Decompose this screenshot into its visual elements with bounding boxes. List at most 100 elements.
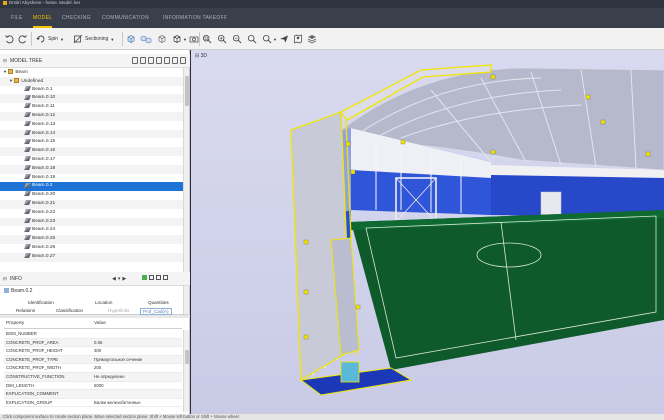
- tree-settings-icon[interactable]: [180, 57, 186, 64]
- collapse-icon[interactable]: ⊟: [3, 54, 7, 68]
- redo-icon: [18, 35, 27, 44]
- tree-item-row[interactable]: Beam.0.21: [0, 200, 183, 209]
- camera-button[interactable]: [189, 33, 199, 45]
- tree-item-row[interactable]: Beam.0.12: [0, 112, 183, 121]
- info-green-icon[interactable]: [142, 275, 147, 280]
- cube-select-icon: [127, 35, 135, 43]
- redo-button[interactable]: [18, 33, 28, 45]
- property-value: Прямоугольное сечение: [94, 356, 143, 362]
- tree-item-row[interactable]: Beam.0.26: [0, 244, 183, 253]
- info-grid-icon[interactable]: [156, 275, 161, 280]
- menu-tab-information-takeoff[interactable]: INFORMATION TAKEOFF: [163, 8, 227, 28]
- info-tools: [142, 275, 168, 280]
- beam-element-icon: [24, 85, 31, 91]
- tree-show-all-icon[interactable]: [164, 57, 170, 64]
- property-row[interactable]: DIM_LENGTH 5000: [4, 382, 182, 391]
- next-arrow-icon[interactable]: ▶: [122, 276, 128, 282]
- tree-item-row[interactable]: Beam.0.15: [0, 138, 183, 147]
- tree-item-row[interactable]: Beam.0.24: [0, 226, 183, 235]
- tree-item-row[interactable]: Beam.0.13: [0, 121, 183, 130]
- walk-mode-button[interactable]: [293, 33, 303, 45]
- layers-button[interactable]: [307, 33, 317, 45]
- zoom-fit-button[interactable]: [202, 33, 212, 45]
- tree-isolate-icon[interactable]: [156, 57, 162, 64]
- tree-item-row[interactable]: Beam.0.18: [0, 164, 183, 174]
- toolbar-separator: [199, 32, 200, 46]
- property-row[interactable]: CONSTRUCTIVE_FUNCTION Не определено: [4, 373, 182, 382]
- beam-element-icon: [24, 94, 31, 100]
- info-copy-icon[interactable]: [149, 275, 154, 280]
- zoom-out-button[interactable]: [232, 33, 242, 45]
- tree-select-icon[interactable]: [140, 57, 146, 64]
- beam-element-icon: [24, 226, 31, 232]
- tab-prof-cad[interactable]: Prof_Cad(A): [140, 308, 172, 315]
- select-similar-button[interactable]: [140, 33, 152, 45]
- status-text: Click component surface to create sectio…: [3, 414, 239, 419]
- tree-item-row[interactable]: Beam.0.23: [0, 217, 183, 227]
- scrollbar-thumb[interactable]: [185, 350, 189, 364]
- tab-identification[interactable]: Identification: [28, 300, 54, 305]
- collapse-icon[interactable]: ⊟: [3, 272, 7, 286]
- expand-arrow-icon[interactable]: ▼: [9, 78, 13, 83]
- tab-classification[interactable]: Classification: [56, 308, 83, 313]
- tab-quantities[interactable]: Quantities: [148, 300, 169, 305]
- fly-mode-button[interactable]: [279, 33, 289, 45]
- property-row[interactable]: CONCRETE_PROF_AREA 0.06: [4, 338, 182, 348]
- tree-item-row[interactable]: Beam.0.14: [0, 129, 183, 139]
- tree-item-row[interactable]: Beam.0.2: [0, 182, 183, 192]
- tree-item-row[interactable]: Beam.0.20: [0, 191, 183, 200]
- toolbar-separator: [122, 32, 123, 46]
- tree-group-row[interactable]: ▼ Undefined: [0, 76, 183, 86]
- collapse-icon[interactable]: ⊟: [195, 53, 199, 59]
- tree-filter-icon[interactable]: [132, 57, 138, 64]
- app-logo-icon: [3, 0, 7, 5]
- beam-element-icon: [24, 156, 31, 162]
- beam-element-icon: [24, 244, 31, 250]
- spin-icon: [36, 35, 45, 43]
- menu-tab-model[interactable]: MODEL: [33, 8, 53, 28]
- tree-copy-icon[interactable]: [172, 57, 178, 64]
- tree-hide-icon[interactable]: [148, 57, 154, 64]
- property-key: BOM_NUMBER: [6, 331, 37, 336]
- menu-tab-communication[interactable]: COMMUNICATION: [102, 8, 149, 28]
- tree-item-row[interactable]: Beam.0.10: [0, 94, 183, 104]
- viewport-3d[interactable]: ⊟ 3D: [191, 50, 664, 414]
- model-tree-title: MODEL TREE: [10, 58, 43, 64]
- select-objects-button[interactable]: [126, 33, 136, 45]
- tree-item-row[interactable]: Beam.0.1: [0, 85, 183, 95]
- tree-item-row[interactable]: Beam.0.11: [0, 103, 183, 112]
- tree-item-row[interactable]: Beam.0.22: [0, 209, 183, 218]
- zoom-in-button[interactable]: [217, 33, 227, 45]
- property-row[interactable]: CONCRETE_PROF_TYPE Прямоугольное сечение: [4, 355, 182, 365]
- zoom-options-button[interactable]: ▼: [262, 33, 277, 45]
- tree-root-row[interactable]: ▼ Beam: [0, 68, 183, 77]
- undo-icon: [5, 35, 14, 44]
- property-row[interactable]: EXPLICATION_COMMENT: [4, 390, 182, 399]
- spin-button[interactable]: Spin ▼: [36, 33, 64, 45]
- sectioning-button[interactable]: Sectioning ▼: [73, 33, 114, 45]
- tree-item-row[interactable]: Beam.0.25: [0, 235, 183, 244]
- column-value[interactable]: Value: [94, 321, 106, 326]
- menu-tab-checking[interactable]: CHECKING: [62, 8, 91, 28]
- tree-item-row[interactable]: Beam.0.27: [0, 252, 183, 262]
- property-row[interactable]: CONCRETE_PROF_HEIGHT 300: [4, 347, 182, 356]
- zoom-window-button[interactable]: [247, 33, 257, 45]
- view-cube-button[interactable]: ▼: [172, 33, 187, 45]
- property-row[interactable]: BOM_NUMBER: [4, 330, 182, 339]
- info-export-icon[interactable]: [163, 275, 168, 280]
- tab-hyperlinks[interactable]: Hyperlinks: [108, 308, 129, 313]
- menu-tab-file[interactable]: FILE: [11, 8, 23, 28]
- column-property[interactable]: Property: [6, 321, 24, 326]
- tree-item-row[interactable]: Beam.0.17: [0, 156, 183, 165]
- property-row[interactable]: CONCRETE_PROF_WIDTH 200: [4, 364, 182, 373]
- undo-button[interactable]: [4, 33, 14, 45]
- tab-relations[interactable]: Relations: [16, 308, 35, 313]
- tab-location[interactable]: Location: [95, 300, 112, 305]
- scrollbar-thumb[interactable]: [185, 76, 189, 106]
- properties-scrollbar[interactable]: [183, 330, 189, 412]
- tree-item-row[interactable]: Beam.0.19: [0, 173, 183, 183]
- tree-item-row[interactable]: Beam.0.16: [0, 147, 183, 156]
- expand-arrow-icon[interactable]: ▼: [3, 69, 7, 74]
- property-row[interactable]: EXPLICATION_GROUP Балки железобетонные: [4, 399, 182, 408]
- hide-objects-button[interactable]: [157, 33, 167, 45]
